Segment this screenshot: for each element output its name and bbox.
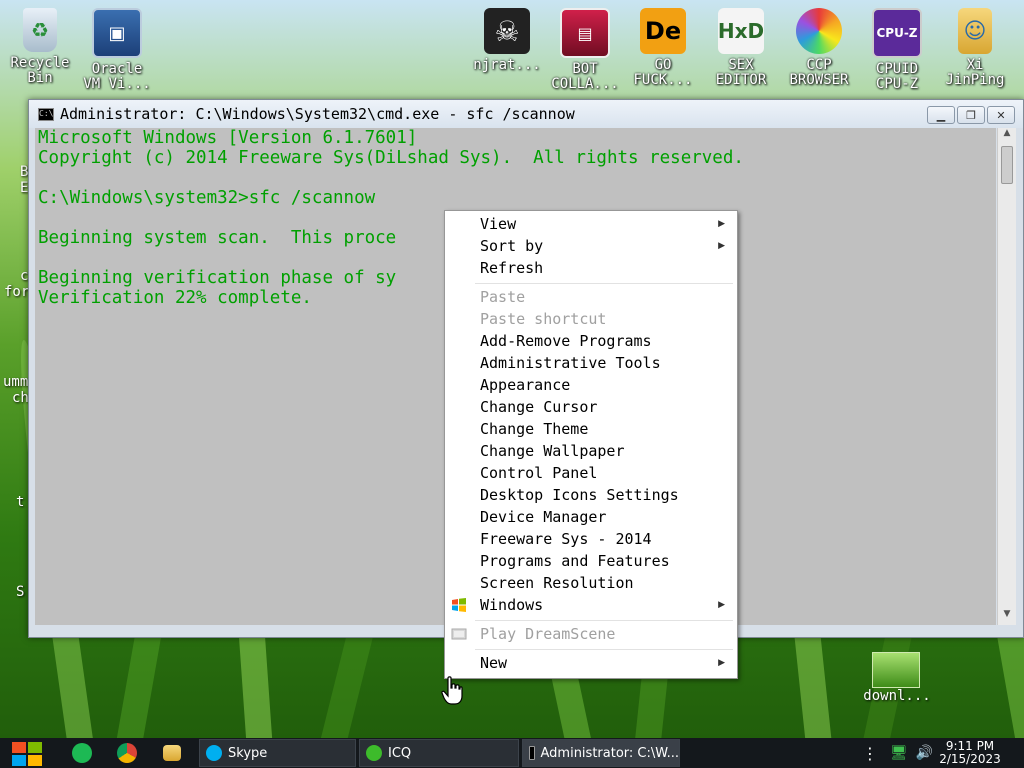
console-line: Microsoft Windows [Version 6.1.7601] (38, 128, 418, 148)
cmd-titlebar[interactable]: C:\ Administrator: C:\Windows\System32\c… (29, 100, 1023, 128)
system-tray: ⋮ 🖥 🔊 (862, 738, 933, 768)
menu-separator (475, 620, 733, 621)
windows-logo-icon (452, 598, 466, 612)
virtualbox-icon: ▣ (92, 8, 142, 58)
submenu-arrow-icon: ▶ (718, 658, 725, 668)
taskbar: Skype ICQ Administrator: C:\W... ⋮ 🖥 🔊 9… (0, 738, 1024, 768)
taskbar-task-skype[interactable]: Skype (199, 739, 356, 767)
desktop-icon-sex-editor[interactable]: HxD SEX EDITOR (701, 8, 781, 88)
taskbar-task-icq[interactable]: ICQ (359, 739, 519, 767)
chrome-pin-icon[interactable] (117, 743, 137, 763)
taskbar-task-cmd[interactable]: Administrator: C:\W... (522, 739, 680, 767)
recycle-bin-icon: ♻ (23, 8, 57, 52)
restore-icon: ❐ (966, 108, 976, 122)
menu-item-view[interactable]: View ▶ (445, 213, 735, 235)
scroll-up-icon[interactable]: ▲ (998, 128, 1016, 144)
menu-item-freeware-sys[interactable]: Freeware Sys - 2014 (445, 528, 735, 550)
console-scrollbar[interactable]: ▲ ▼ (997, 128, 1016, 625)
desktop-icon-download-label[interactable]: downl... (860, 688, 934, 704)
cmd-icon (529, 746, 535, 760)
edge-fragment: for (4, 284, 30, 300)
menu-item-programs-and-features[interactable]: Programs and Features (445, 550, 735, 572)
icq-icon (366, 745, 382, 761)
desktop-icon-bot-collab[interactable]: ▤ BOT COLLA... (545, 8, 625, 92)
minimize-icon: ▁ (936, 108, 946, 122)
menu-separator (475, 283, 733, 284)
menu-item-control-panel[interactable]: Control Panel (445, 462, 735, 484)
menu-separator (475, 649, 733, 650)
hand-cursor-icon (441, 676, 463, 705)
menu-item-appearance[interactable]: Appearance (445, 374, 735, 396)
edge-fragment: ch (12, 390, 29, 406)
menu-item-play-dreamscene[interactable]: Play DreamScene (445, 623, 735, 645)
de-icon: De (640, 8, 686, 54)
skype-icon (206, 745, 222, 761)
clock-date: 2/15/2023 (939, 752, 1001, 766)
cpuz-icon: CPU-Z (872, 8, 922, 58)
menu-item-windows[interactable]: Windows ▶ (445, 594, 735, 616)
console-line: Copyright (c) 2014 Freeware Sys(DiLshad … (38, 148, 744, 168)
network-icon[interactable]: 🖥 (890, 745, 908, 761)
console-line: C:\Windows\system32>sfc /scannow (38, 188, 376, 208)
taskbar-clock[interactable]: 9:11 PM 2/15/2023 (935, 740, 1005, 766)
menu-item-change-wallpaper[interactable]: Change Wallpaper (445, 440, 735, 462)
spotify-pin-icon[interactable] (72, 743, 92, 763)
desktop-icon-njrat[interactable]: ☠ njrat... (467, 8, 547, 73)
submenu-arrow-icon: ▶ (718, 219, 725, 229)
close-icon: ✕ (996, 108, 1006, 122)
bot-icon: ▤ (560, 8, 610, 58)
menu-item-add-remove-programs[interactable]: Add-Remove Programs (445, 330, 735, 352)
edge-fragment: S (16, 584, 25, 600)
scroll-down-icon[interactable]: ▼ (998, 609, 1016, 625)
maximize-button[interactable]: ❐ (957, 106, 985, 124)
desktop-icon-ccp-browser[interactable]: CCP BROWSER (779, 8, 859, 88)
cmd-title: Administrator: C:\Windows\System32\cmd.e… (60, 105, 575, 123)
submenu-arrow-icon: ▶ (718, 241, 725, 251)
menu-item-desktop-icons-settings[interactable]: Desktop Icons Settings (445, 484, 735, 506)
menu-item-paste[interactable]: Paste (445, 286, 735, 308)
download-thumbnail-icon[interactable] (872, 652, 920, 688)
scrollbar-thumb[interactable] (1001, 146, 1013, 184)
desktop-icon-recycle-bin[interactable]: ♻ Recycle Bin (0, 8, 80, 86)
skull-icon: ☠ (484, 8, 530, 54)
tray-overflow-icon[interactable]: ⋮ (862, 744, 878, 763)
menu-item-administrative-tools[interactable]: Administrative Tools (445, 352, 735, 374)
desktop-icon-go[interactable]: De GO FUCK... (623, 8, 703, 88)
menu-item-screen-resolution[interactable]: Screen Resolution (445, 572, 735, 594)
browser-icon (796, 8, 842, 54)
desktop-context-menu: View ▶ Sort by ▶ Refresh Paste Paste short… (444, 210, 738, 679)
desktop-icon-xi-jinping[interactable]: ☺ Xi JinPing (935, 8, 1015, 88)
menu-item-new[interactable]: New ▶ (445, 652, 735, 674)
minimize-button[interactable]: ▁ (927, 106, 955, 124)
menu-item-change-theme[interactable]: Change Theme (445, 418, 735, 440)
submenu-arrow-icon: ▶ (718, 600, 725, 610)
user-folder-icon: ☺ (958, 8, 992, 54)
desktop-icon-virtualbox[interactable]: ▣ Oracle VM Vi... (77, 8, 157, 92)
menu-item-sort-by[interactable]: Sort by ▶ (445, 235, 735, 257)
start-button[interactable] (10, 740, 44, 767)
desktop-icon-cpuz[interactable]: CPU-Z CPUID CPU-Z (857, 8, 937, 92)
dreamscene-icon (451, 628, 467, 640)
menu-item-device-manager[interactable]: Device Manager (445, 506, 735, 528)
edge-fragment: umm (3, 374, 29, 390)
edge-fragment: t (16, 494, 25, 510)
menu-item-paste-shortcut[interactable]: Paste shortcut (445, 308, 735, 330)
cmd-icon: C:\ (38, 107, 54, 121)
volume-icon[interactable]: 🔊 (916, 745, 933, 761)
menu-item-refresh[interactable]: Refresh (445, 257, 735, 279)
menu-item-change-cursor[interactable]: Change Cursor (445, 396, 735, 418)
close-button[interactable]: ✕ (987, 106, 1015, 124)
hxd-icon: HxD (718, 8, 764, 54)
file-explorer-pin-icon[interactable] (163, 745, 181, 761)
